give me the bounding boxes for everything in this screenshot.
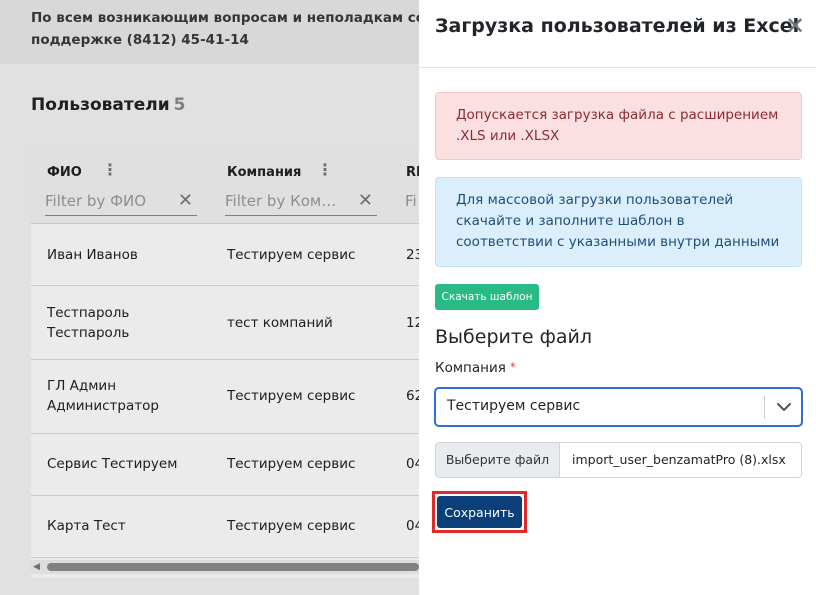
company-label-text: Компания — [435, 360, 506, 376]
select-separator — [764, 396, 765, 419]
company-label: Компания * — [435, 360, 516, 376]
template-info-alert: Для массовой загрузки пользователей скач… — [435, 177, 802, 267]
panel-title: Загрузка пользователей из Excel — [435, 15, 800, 37]
company-select-value: Тестируем сервис — [447, 398, 581, 414]
save-button[interactable]: Сохранить — [437, 496, 522, 528]
close-icon[interactable]: ✕ — [782, 12, 808, 40]
selected-file-name: import_user_benzamatPro (8).xlsx — [572, 452, 786, 467]
upload-users-panel: Загрузка пользователей из Excel ✕ Допуск… — [419, 0, 816, 595]
chevron-down-icon[interactable] — [774, 395, 794, 419]
choose-file-button[interactable]: Выберите файл — [436, 443, 560, 477]
company-select[interactable]: Тестируем сервис — [435, 388, 802, 426]
modal-backdrop[interactable] — [0, 0, 419, 595]
file-format-alert: Допускается загрузка файла с расширением… — [435, 92, 802, 160]
required-mark: * — [509, 360, 516, 374]
divider — [419, 67, 816, 68]
download-template-button[interactable]: Скачать шаблон — [435, 284, 539, 310]
background-page: По всем возникающим вопросам и неполадка… — [0, 0, 419, 595]
section-title: Выберите файл — [435, 326, 593, 348]
file-input[interactable]: Выберите файл import_user_benzamatPro (8… — [435, 442, 802, 478]
